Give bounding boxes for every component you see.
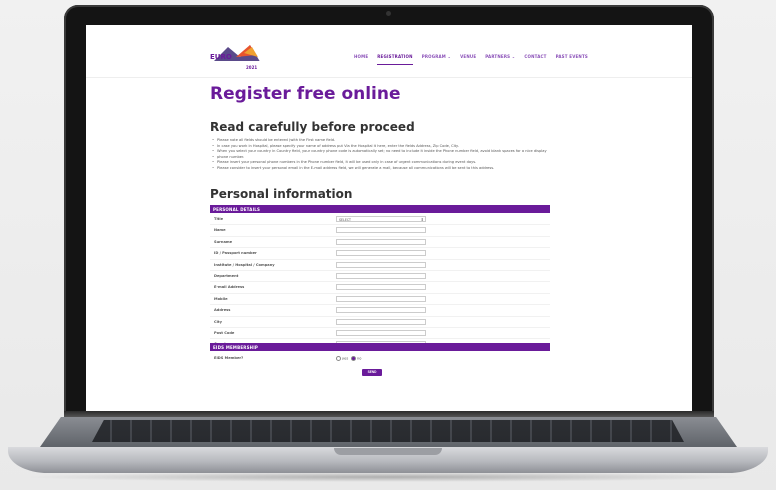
form-row-passport: ID / Passport number	[210, 248, 550, 260]
nav-venue[interactable]: VENUE	[460, 54, 476, 59]
logo-text: EURO	[210, 53, 232, 61]
personal-info-heading: Personal information	[210, 187, 353, 201]
field-label: ID / Passport number	[214, 251, 257, 256]
page-title: Register free online	[210, 84, 401, 104]
laptop-lid: EURO 2021 HOME REGISTRATION PROGRAM ⌄ VE…	[64, 5, 714, 413]
surname-input[interactable]	[336, 238, 426, 245]
form-row-postcode: Post Code	[210, 328, 550, 340]
address-input[interactable]	[336, 307, 426, 314]
title-select[interactable]: SELECT	[336, 216, 426, 222]
form-row-mobile: Mobile	[210, 294, 550, 306]
field-label: EIDS Member?	[214, 356, 244, 360]
personal-form: Title SELECT Name Surname ID / Passport …	[210, 214, 550, 351]
passport-input[interactable]	[336, 250, 426, 257]
send-button[interactable]: SEND	[362, 369, 382, 376]
department-input[interactable]	[336, 272, 426, 279]
laptop-hinge	[64, 411, 714, 417]
form-row-city: City	[210, 317, 550, 328]
logo-year: 2021	[246, 65, 258, 70]
laptop-screen: EURO 2021 HOME REGISTRATION PROGRAM ⌄ VE…	[86, 25, 692, 411]
form-row-department: Department	[210, 271, 550, 283]
field-label: Department	[214, 273, 239, 278]
trackpad-notch	[334, 448, 442, 455]
nav-partners[interactable]: PARTNERS ⌄	[485, 54, 515, 59]
field-label: Post Code	[214, 330, 235, 335]
radio-no[interactable]: no	[351, 356, 361, 361]
form-row-address: Address	[210, 305, 550, 317]
instructions-list: Please note all fields should be entered…	[212, 138, 552, 172]
form-row-surname: Surname	[210, 237, 550, 249]
membership-bar: EIDS MEMBERSHIP	[210, 343, 550, 351]
form-row-email: E-mail Address	[210, 282, 550, 294]
personal-details-bar: PERSONAL DETAILS	[210, 205, 550, 213]
form-row-name: Name	[210, 225, 550, 237]
form-row-institute: Institute / Hospital / Company	[210, 260, 550, 271]
field-label: Surname	[214, 239, 233, 244]
section-title: PERSONAL DETAILS	[213, 206, 261, 212]
list-item: Please consider to insert your personal …	[212, 166, 552, 172]
field-label: Institute / Hospital / Company	[214, 262, 275, 267]
field-label: Mobile	[214, 296, 228, 301]
laptop-shadow	[20, 472, 756, 482]
institute-input[interactable]	[336, 261, 426, 268]
form-row-title: Title SELECT	[210, 214, 550, 226]
postcode-input[interactable]	[336, 329, 426, 336]
nav-past-events[interactable]: PAST EVENTS	[556, 54, 588, 59]
webcam-icon	[386, 11, 391, 16]
read-heading: Read carefully before proceed	[210, 120, 415, 134]
keyboard-keys	[92, 420, 684, 442]
email-input[interactable]	[336, 284, 426, 291]
registration-page: EURO 2021 HOME REGISTRATION PROGRAM ⌄ VE…	[86, 25, 692, 411]
field-label: E-mail Address	[214, 285, 245, 290]
field-label: Title	[214, 217, 224, 221]
field-label: Name	[214, 228, 226, 233]
membership-row: EIDS Member? yes no	[210, 352, 550, 364]
city-input[interactable]	[336, 318, 426, 325]
nav-registration[interactable]: REGISTRATION	[377, 54, 414, 65]
name-input[interactable]	[336, 227, 426, 234]
nav-program[interactable]: PROGRAM ⌄	[422, 54, 451, 59]
main-nav: HOME REGISTRATION PROGRAM ⌄ VENUE PARTNE…	[354, 54, 588, 65]
radio-yes[interactable]: yes	[336, 356, 348, 361]
nav-contact[interactable]: CONTACT	[524, 54, 546, 59]
nav-home[interactable]: HOME	[354, 54, 368, 59]
field-label: City	[214, 319, 222, 324]
site-header: EURO 2021 HOME REGISTRATION PROGRAM ⌄ VE…	[86, 25, 692, 78]
mobile-input[interactable]	[336, 295, 426, 302]
section-title: EIDS MEMBERSHIP	[213, 344, 259, 350]
field-label: Address	[214, 308, 231, 313]
